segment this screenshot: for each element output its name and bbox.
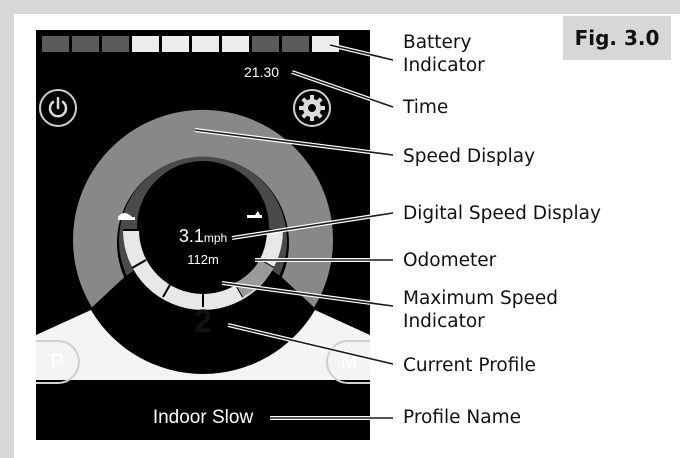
callout-maximum-speed-indicator: Maximum Speed Indicator: [403, 288, 559, 332]
callout-speed-display: Speed Display: [403, 146, 536, 167]
callout-time: Time: [403, 97, 449, 118]
callout-digital-speed-display: Digital Speed Display: [403, 203, 601, 224]
callout-battery-indicator: Battery Indicator: [403, 32, 485, 76]
callout-current-profile: Current Profile: [403, 355, 536, 376]
callout-odometer: Odometer: [403, 250, 497, 271]
callout-profile-name: Profile Name: [403, 407, 521, 428]
callout-leader-lines: [194, 43, 394, 420]
